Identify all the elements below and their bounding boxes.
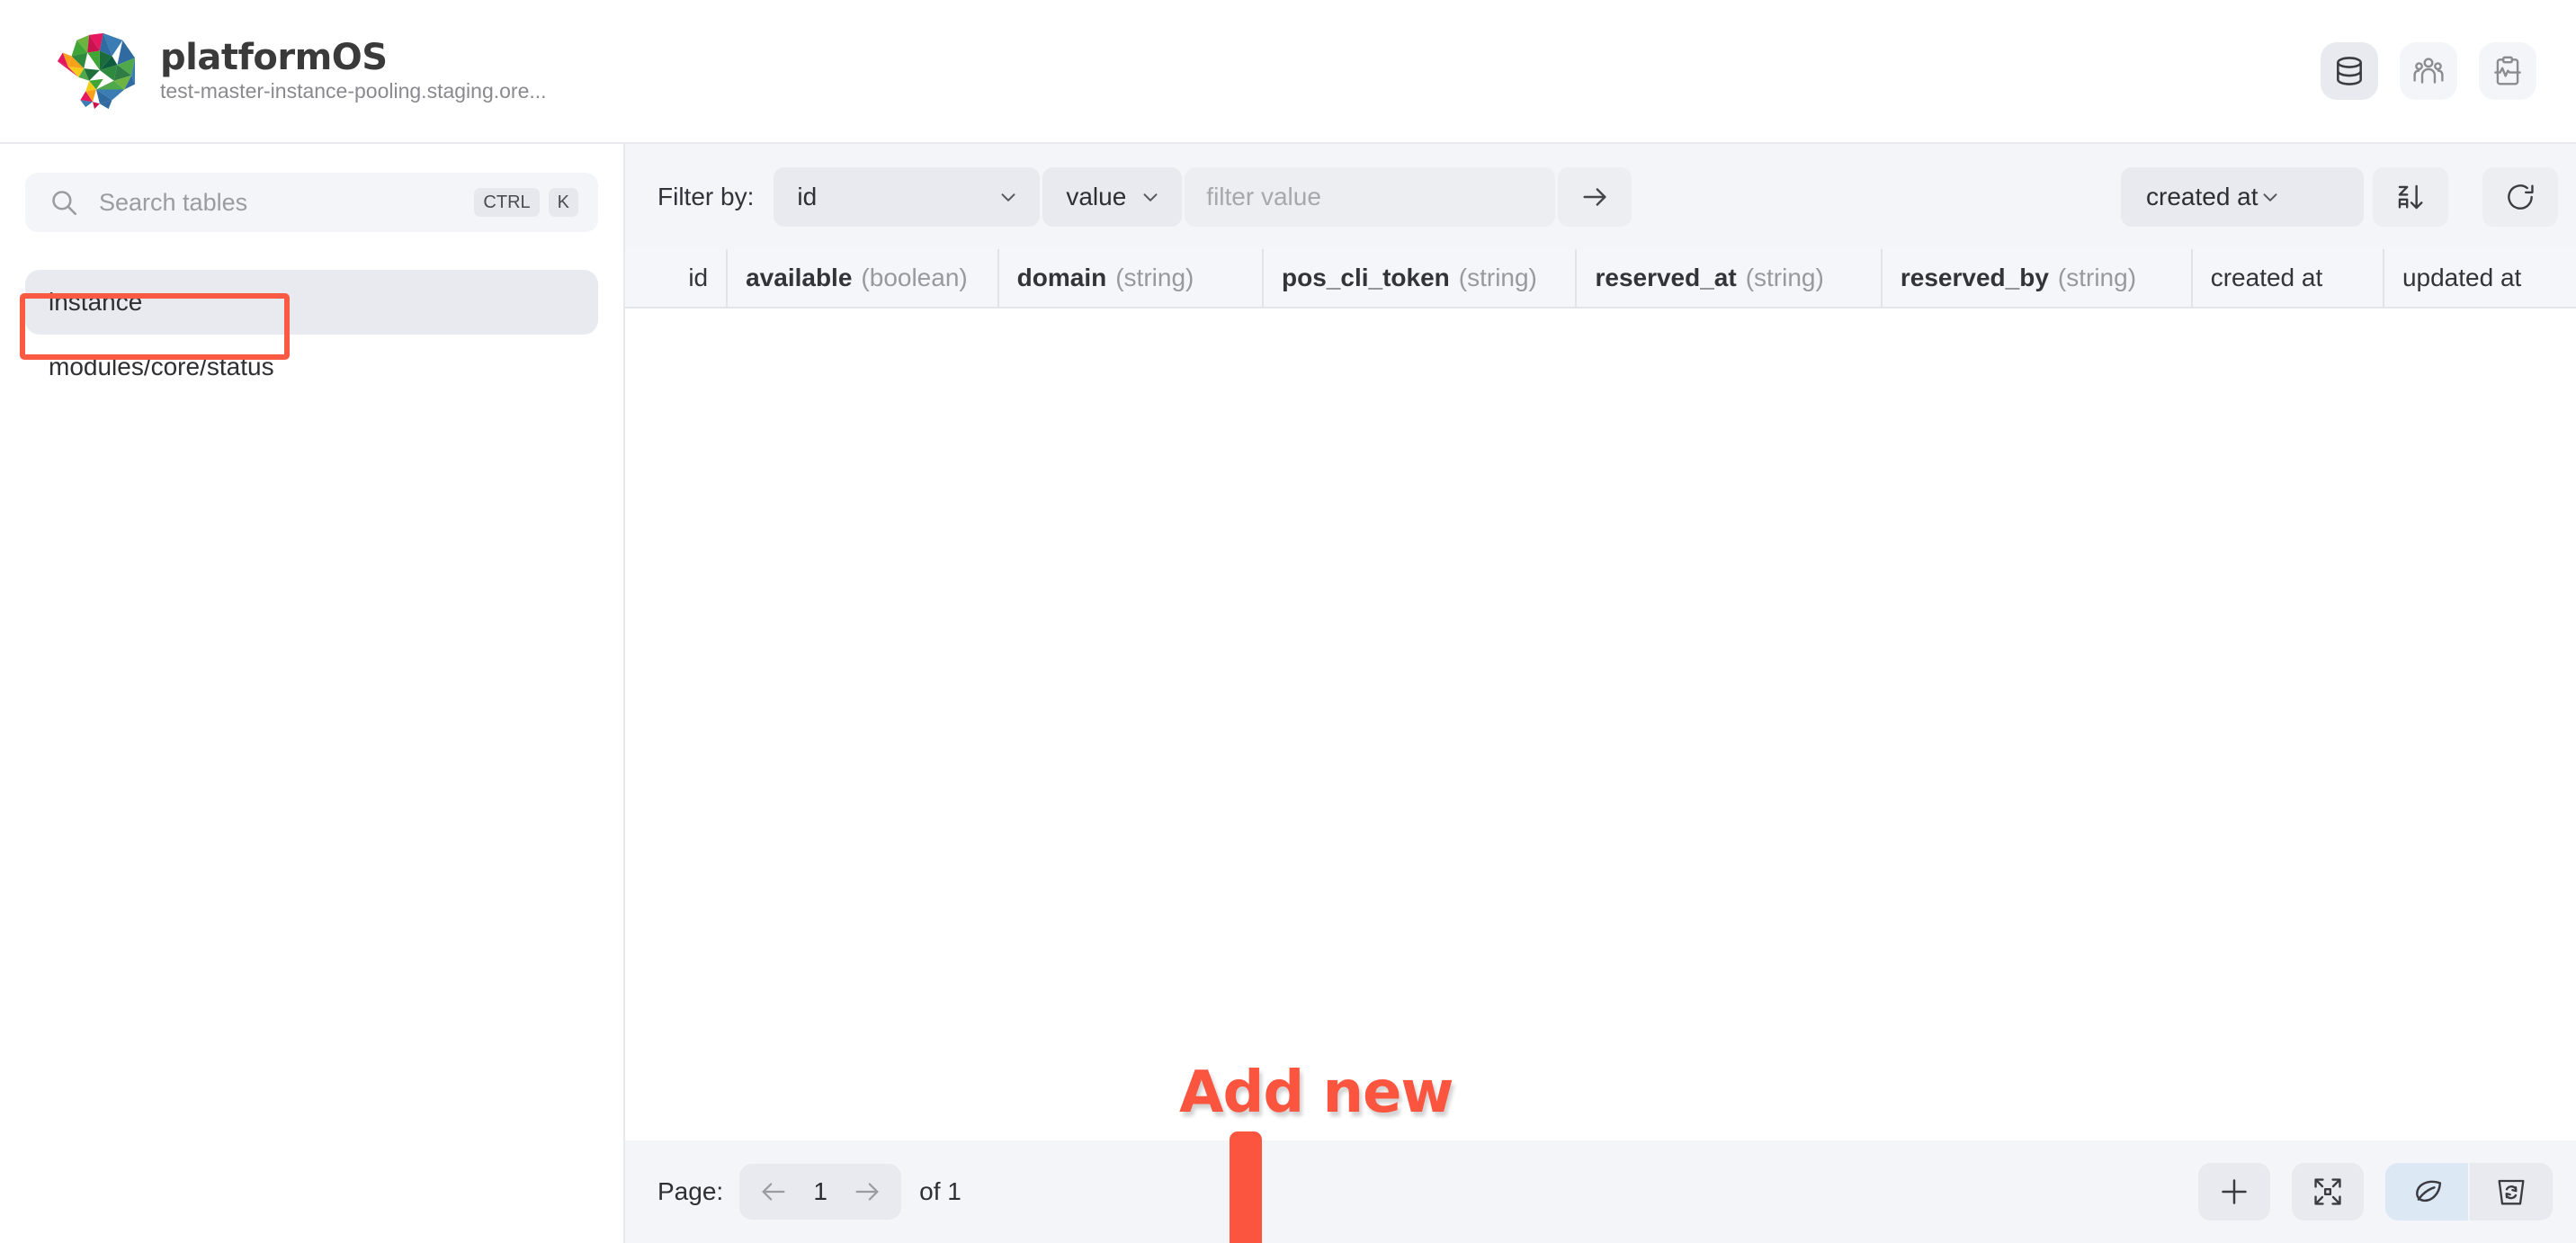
filter-by-label: Filter by: <box>657 183 754 211</box>
clipboard-pulse-icon <box>2491 54 2525 88</box>
platformos-chameleon-logo <box>50 30 139 112</box>
table-item-label: modules/core/status <box>49 353 274 381</box>
column-header-reserved-by[interactable]: reserved_by (string) <box>1883 249 2193 307</box>
search-shortcut: CTRL K <box>474 188 578 217</box>
top-actions <box>2321 42 2536 100</box>
search-placeholder: Search tables <box>99 189 454 217</box>
database-nav-button[interactable] <box>2321 42 2378 100</box>
logs-nav-button[interactable] <box>2479 42 2536 100</box>
sort-direction-button[interactable] <box>2373 167 2448 227</box>
current-page-number: 1 <box>802 1177 838 1206</box>
table-body-empty <box>625 309 2576 1140</box>
next-page-button[interactable] <box>842 1167 892 1217</box>
footer-actions <box>2198 1163 2553 1221</box>
sidebar-item-instance[interactable]: instance <box>25 270 598 335</box>
arrow-left-icon <box>758 1176 789 1207</box>
column-type: (string) <box>1459 264 1537 292</box>
filter-field-value: id <box>797 183 984 211</box>
platformos-database-app: platformOS test-master-instance-pooling.… <box>0 0 2576 1243</box>
expand-icon <box>2311 1175 2345 1209</box>
column-header-id[interactable]: id <box>625 249 728 307</box>
leaf-icon <box>2408 1173 2446 1211</box>
column-type: (string) <box>1746 264 1824 292</box>
column-header-updated-at[interactable]: updated at <box>2384 249 2576 307</box>
filter-operator-value: value <box>1066 183 1126 211</box>
apply-filter-button[interactable] <box>1558 167 1632 227</box>
previous-page-button[interactable] <box>748 1167 799 1217</box>
column-header-pos-cli-token[interactable]: pos_cli_token (string) <box>1264 249 1577 307</box>
column-name: domain <box>1017 264 1107 292</box>
column-name: reserved_at <box>1595 264 1736 292</box>
table-footer-bar: Page: 1 of 1 <box>625 1140 2576 1243</box>
arrow-right-icon <box>1579 182 1610 212</box>
tables-list: instance modules/core/status <box>25 270 598 399</box>
instance-domain-label: test-master-instance-pooling.staging.ore… <box>160 80 547 103</box>
filter-value-input[interactable] <box>1185 167 1555 227</box>
search-icon <box>49 187 79 218</box>
filter-operator-select[interactable]: value <box>1042 167 1182 227</box>
restore-bin-button[interactable] <box>2470 1163 2553 1221</box>
plus-icon <box>2216 1174 2252 1210</box>
table-header-row: id available (boolean) domain (string) p… <box>625 249 2576 309</box>
users-icon <box>2411 54 2446 88</box>
chevron-down-icon <box>997 185 1020 209</box>
column-name: updated at <box>2402 264 2521 292</box>
column-type: (string) <box>2058 264 2136 292</box>
green-mode-button[interactable] <box>2385 1163 2468 1221</box>
column-header-domain[interactable]: domain (string) <box>999 249 1264 307</box>
brand-text: platformOS test-master-instance-pooling.… <box>160 39 547 103</box>
refresh-icon <box>2503 180 2537 214</box>
column-header-created-at[interactable]: created at <box>2193 249 2384 307</box>
app-body: Search tables CTRL K instance modules/co… <box>0 144 2576 1243</box>
top-header-bar: platformOS test-master-instance-pooling.… <box>0 0 2576 144</box>
filter-field-select[interactable]: id <box>774 167 1040 227</box>
arrow-right-icon <box>852 1176 882 1207</box>
column-type: (boolean) <box>861 264 967 292</box>
column-name: created at <box>2211 264 2323 292</box>
table-item-label: instance <box>49 288 142 317</box>
column-name: pos_cli_token <box>1282 264 1450 292</box>
column-header-reserved-at[interactable]: reserved_at (string) <box>1577 249 1882 307</box>
database-icon <box>2332 54 2366 88</box>
page-label: Page: <box>657 1177 723 1206</box>
add-new-button[interactable] <box>2198 1163 2270 1221</box>
filter-controls: id value <box>774 167 1632 227</box>
tables-sidebar: Search tables CTRL K instance modules/co… <box>0 144 625 1243</box>
sort-controls: created at <box>2121 167 2558 227</box>
column-type: (string) <box>1115 264 1194 292</box>
total-pages-label: of 1 <box>919 1177 962 1206</box>
chevron-down-icon <box>1139 185 1162 209</box>
column-name: reserved_by <box>1901 264 2049 292</box>
brand-title: platformOS <box>160 39 547 76</box>
pagination-control: 1 <box>739 1164 901 1220</box>
filter-toolbar: Filter by: id value <box>625 144 2576 249</box>
column-name: available <box>746 264 852 292</box>
brand-block[interactable]: platformOS test-master-instance-pooling.… <box>50 30 547 112</box>
sort-descending-za-icon <box>2393 180 2428 214</box>
recycle-bin-icon <box>2493 1174 2529 1210</box>
column-name: id <box>688 264 708 292</box>
fullscreen-button[interactable] <box>2292 1163 2364 1221</box>
chevron-down-icon <box>2258 185 2282 209</box>
sidebar-item-modules-core-status[interactable]: modules/core/status <box>25 335 598 399</box>
shortcut-key: K <box>549 188 578 217</box>
search-tables-field[interactable]: Search tables CTRL K <box>25 173 598 232</box>
sort-field-select[interactable]: created at <box>2121 167 2364 227</box>
footer-toggle-group <box>2385 1163 2553 1221</box>
users-nav-button[interactable] <box>2400 42 2457 100</box>
main-panel: Filter by: id value <box>625 144 2576 1243</box>
refresh-button[interactable] <box>2482 167 2558 227</box>
sort-field-value: created at <box>2146 183 2258 211</box>
records-table: id available (boolean) domain (string) p… <box>625 249 2576 1140</box>
column-header-available[interactable]: available (boolean) <box>728 249 999 307</box>
shortcut-modifier: CTRL <box>474 188 539 217</box>
